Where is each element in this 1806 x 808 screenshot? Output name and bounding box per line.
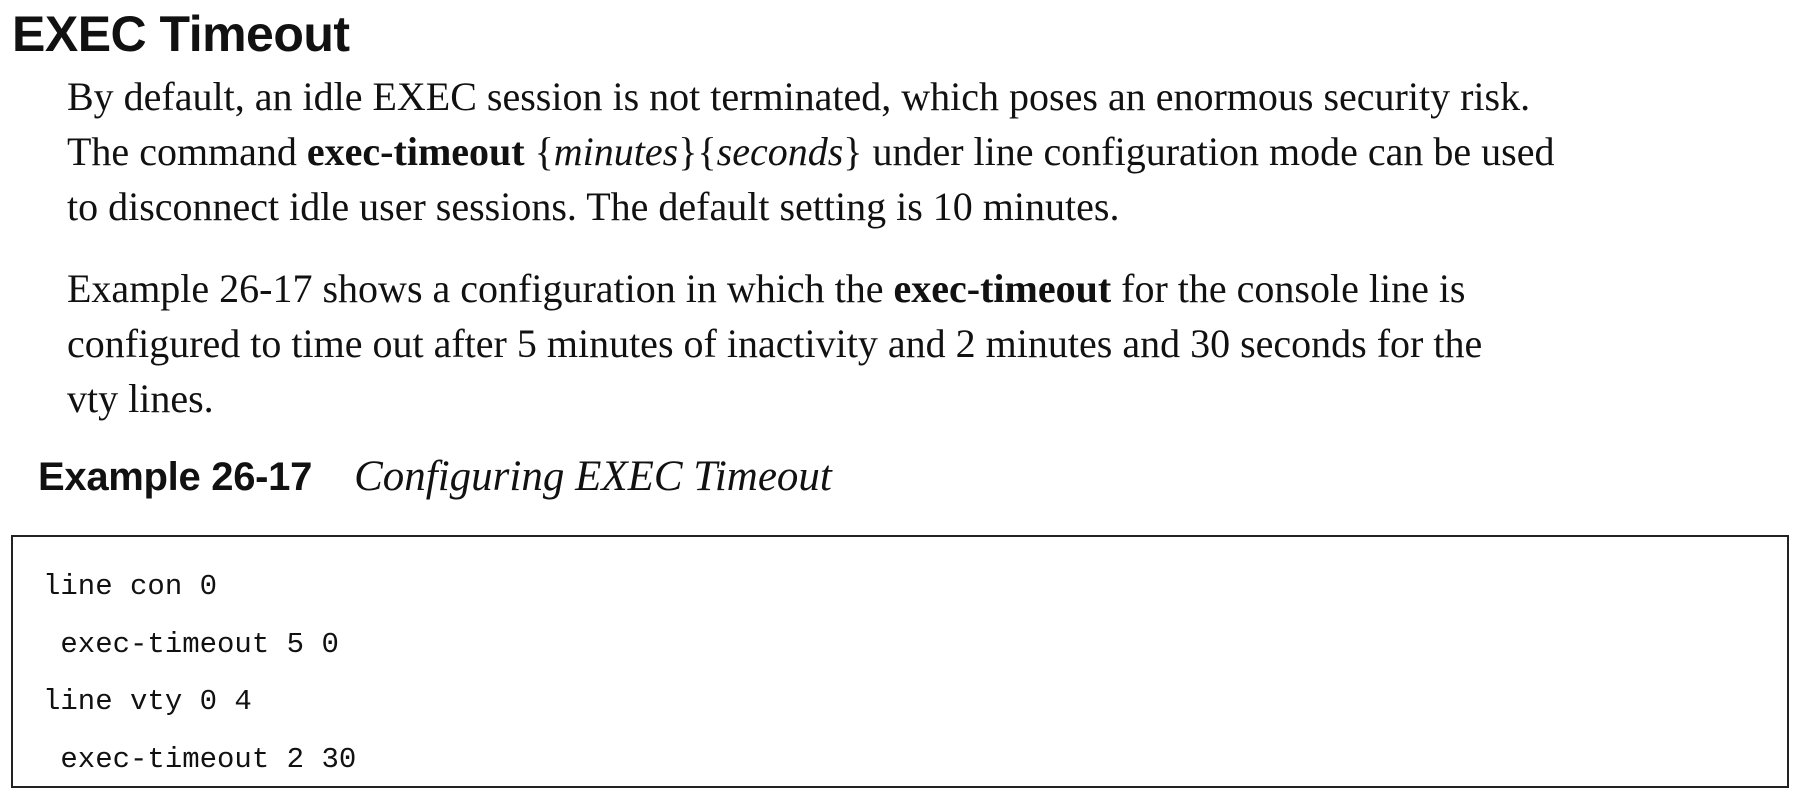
- code-line: exec-timeout 2 30: [43, 742, 357, 776]
- code-line: line vty 0 4: [43, 685, 252, 718]
- text-run: }{: [678, 129, 717, 174]
- text-run: The command: [67, 129, 307, 174]
- text-run: to disconnect idle user sessions. The de…: [67, 184, 1120, 229]
- example-label: Example 26-17: [38, 455, 313, 499]
- section-heading: EXEC Timeout: [12, 6, 350, 62]
- command-argument: minutes: [553, 129, 679, 174]
- command-argument: seconds: [716, 129, 844, 174]
- text-run: vty lines.: [67, 376, 214, 421]
- code-listing: line con 0 exec-timeout 5 0 line vty 0 4…: [11, 535, 1789, 788]
- code-line: line con 0: [43, 570, 218, 603]
- command-keyword: exec-timeout: [893, 266, 1112, 311]
- command-keyword: exec-timeout: [306, 129, 525, 174]
- text-run: {: [524, 129, 554, 174]
- text-run: By default, an idle EXEC session is not …: [67, 74, 1531, 119]
- code-line: exec-timeout 5 0: [43, 627, 339, 661]
- paragraph-example-description: Example 26-17 shows a configuration in w…: [67, 261, 1787, 426]
- text-run: Example 26-17 shows a configuration in w…: [67, 266, 894, 311]
- text-run: configured to time out after 5 minutes o…: [67, 321, 1483, 366]
- text-run: } under line configuration mode can be u…: [843, 129, 1555, 174]
- example-caption: Example 26-17 Configuring EXEC Timeout: [38, 447, 832, 516]
- paragraph-exec-timeout-intro: By default, an idle EXEC session is not …: [67, 69, 1787, 234]
- text-run: for the console line is: [1111, 266, 1466, 311]
- example-title: Configuring EXEC Timeout: [354, 453, 832, 500]
